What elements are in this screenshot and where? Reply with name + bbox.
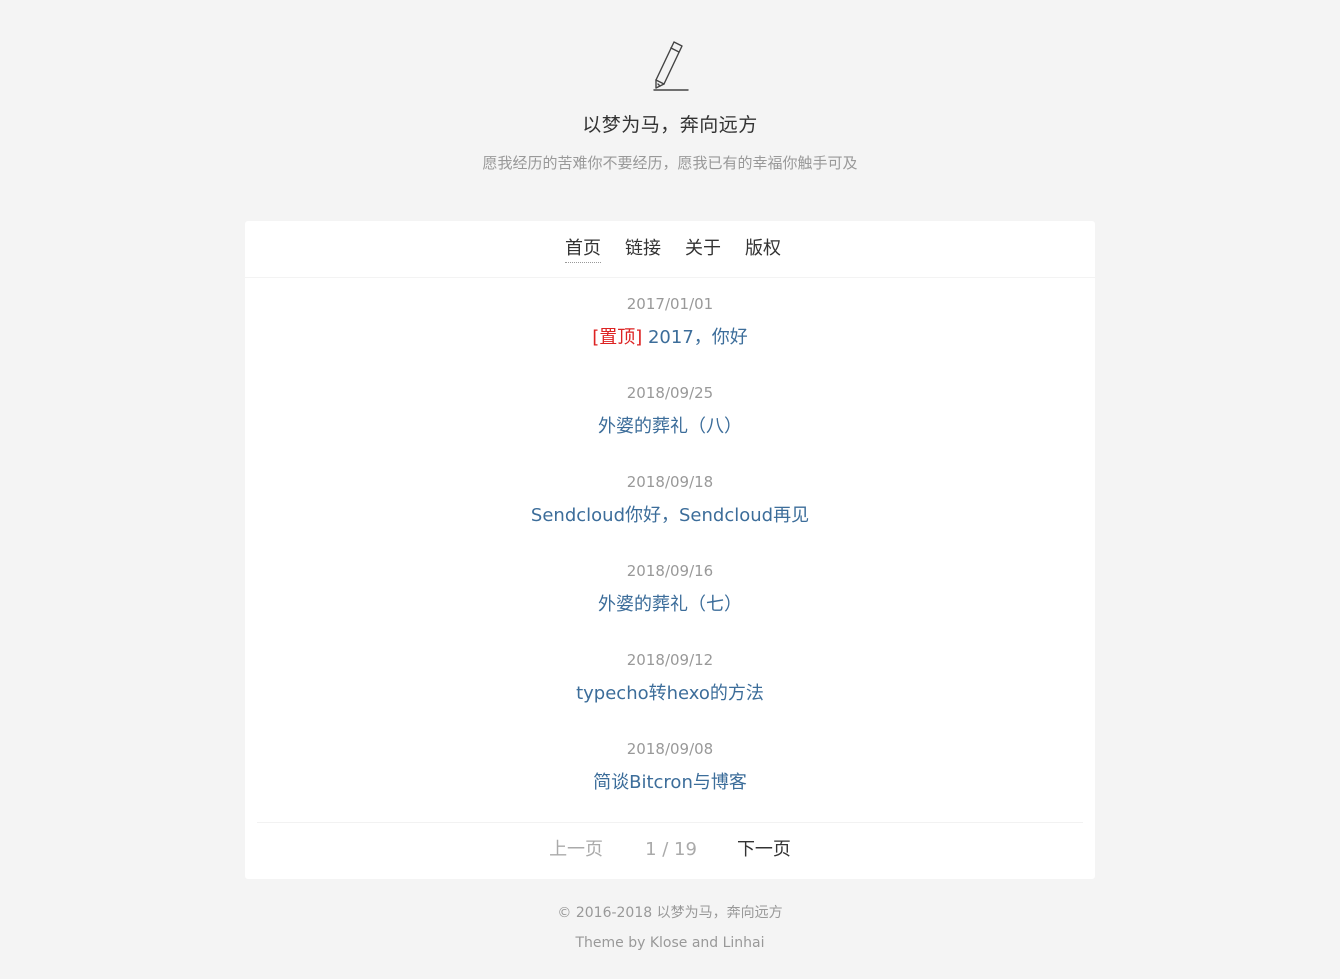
pagination: 上一页 1 / 19 下一页 bbox=[245, 837, 1095, 863]
pencil-icon[interactable] bbox=[652, 40, 690, 92]
prev-page-button: 上一页 bbox=[549, 839, 604, 860]
list-item: 2018/09/12 typecho转hexo的方法 bbox=[245, 649, 1095, 738]
theme-credit[interactable]: Theme by Klose and Linhai bbox=[0, 932, 1340, 954]
nav-item-copyright[interactable]: 版权 bbox=[745, 236, 781, 262]
post-title-link[interactable]: 简谈Bitcron与博客 bbox=[593, 772, 747, 794]
post-title-link[interactable]: 外婆的葬礼（七） bbox=[598, 594, 742, 616]
pinned-tag: [置顶] bbox=[592, 327, 643, 348]
site-title[interactable]: 以梦为马，奔向远方 bbox=[0, 111, 1340, 139]
list-item: 2018/09/25 外婆的葬礼（八） bbox=[245, 382, 1095, 471]
page-indicator: 1 / 19 bbox=[645, 839, 697, 860]
site-header: 以梦为马，奔向远方 愿我经历的苦难你不要经历，愿我已有的幸福你触手可及 bbox=[0, 0, 1340, 220]
post-date: 2018/09/08 bbox=[626, 740, 714, 758]
nav-item-about[interactable]: 关于 bbox=[685, 236, 721, 262]
list-item: 2018/09/08 简谈Bitcron与博客 bbox=[245, 738, 1095, 827]
nav-item-home[interactable]: 首页 bbox=[565, 236, 601, 263]
next-page-button[interactable]: 下一页 bbox=[737, 837, 791, 863]
post-title-link[interactable]: 外婆的葬礼（八） bbox=[598, 416, 742, 438]
divider bbox=[257, 822, 1083, 823]
post-list: 2017/01/01 [置顶] 2017，你好 2018/09/25 外婆的葬礼… bbox=[245, 293, 1095, 827]
post-date: 2018/09/25 bbox=[626, 384, 714, 402]
list-item: 2017/01/01 [置顶] 2017，你好 bbox=[245, 293, 1095, 382]
copyright-text: © 2016-2018 以梦为马，奔向远方 bbox=[557, 905, 783, 921]
content-card: 首页 链接 关于 版权 2017/01/01 [置顶] 2017，你好 2018… bbox=[245, 221, 1095, 879]
nav-item-links[interactable]: 链接 bbox=[625, 236, 661, 262]
post-date: 2018/09/16 bbox=[626, 562, 714, 580]
main-nav: 首页 链接 关于 版权 bbox=[245, 221, 1095, 278]
list-item: 2018/09/18 Sendcloud你好，Sendcloud再见 bbox=[245, 471, 1095, 560]
list-item: 2018/09/16 外婆的葬礼（七） bbox=[245, 560, 1095, 649]
post-title[interactable]: 2017，你好 bbox=[648, 327, 748, 348]
post-title-link[interactable]: Sendcloud你好，Sendcloud再见 bbox=[531, 505, 809, 527]
site-footer: © 2016-2018 以梦为马，奔向远方 Theme by Klose and… bbox=[0, 902, 1340, 954]
post-title-link[interactable]: typecho转hexo的方法 bbox=[576, 683, 764, 705]
post-date: 2018/09/12 bbox=[626, 651, 714, 669]
post-date: 2017/01/01 bbox=[626, 295, 714, 313]
post-title-link[interactable]: [置顶] 2017，你好 bbox=[592, 327, 748, 349]
site-subtitle: 愿我经历的苦难你不要经历，愿我已有的幸福你触手可及 bbox=[482, 154, 858, 172]
post-date: 2018/09/18 bbox=[626, 473, 714, 491]
